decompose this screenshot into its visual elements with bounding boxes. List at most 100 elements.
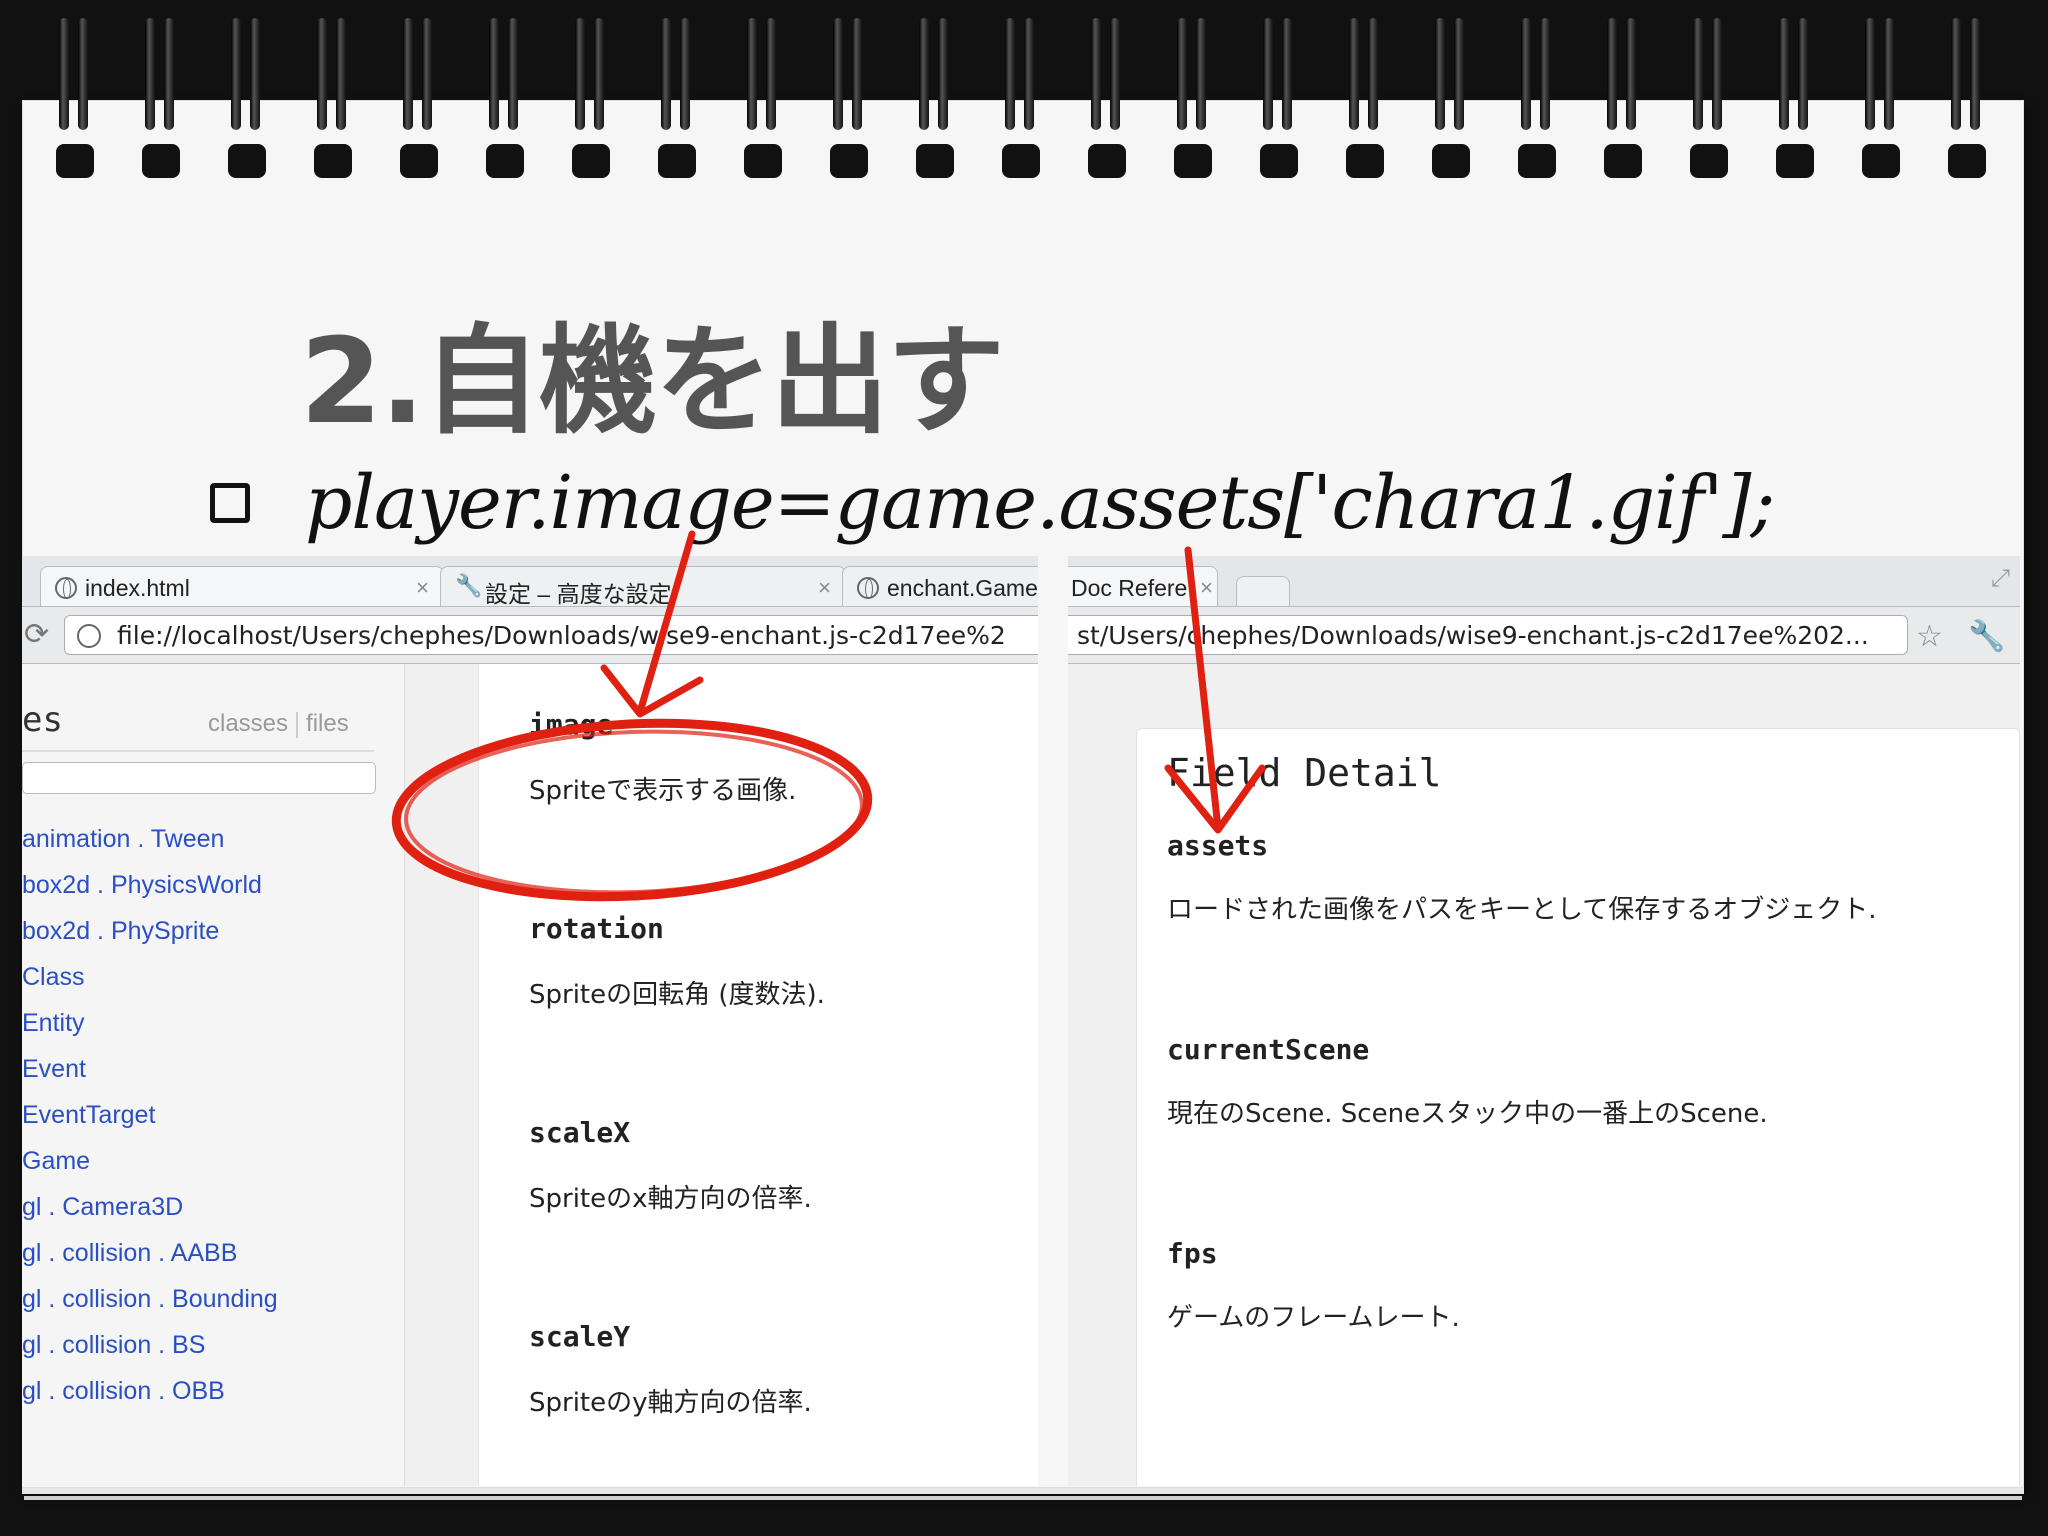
ring [1346,18,1384,178]
class-list: animation . Tween box2d . PhysicsWorld b… [22,816,278,1414]
bookmark-star-icon[interactable]: ☆ [1916,619,1943,654]
page-edge-shadow [24,1496,2022,1500]
field-name: scaleY [529,1320,631,1353]
ring [1862,18,1900,178]
ring [1518,18,1556,178]
field-description: 現在のScene. Sceneスタック中の一番上のScene. [1167,1099,1768,1129]
ring [1776,18,1814,178]
browser-window-left: index.html × 🔧 設定 – 高度な設定 × enchant.Game… [22,556,1038,1486]
url-bar: ⟳ file://localhost/Users/chephes/Downloa… [22,607,1038,664]
ring [1174,18,1212,178]
field-description: Spriteの回転角 (度数法). [529,980,825,1010]
ring [658,18,696,178]
tab-enchant-game[interactable]: enchant.Game [842,566,1038,606]
tab-settings[interactable]: 🔧 設定 – 高度な設定 × [440,566,846,606]
globe-icon [55,577,77,599]
tab-doc-reference[interactable]: Doc Refere × [1068,566,1218,606]
ring [142,18,180,178]
class-link-item[interactable]: EventTarget [22,1092,278,1138]
class-link-item[interactable]: gl . collision . AABB [22,1230,278,1276]
ring [1002,18,1040,178]
ring [400,18,438,178]
wrench-menu-icon[interactable]: 🔧 [1968,619,2005,654]
ring [1604,18,1642,178]
ring [56,18,94,178]
expand-icon[interactable]: ⤢ [1991,564,2010,592]
close-tab-icon[interactable]: × [416,575,429,601]
sidebar-search-input[interactable] [22,762,376,794]
address-text: st/Users/chephes/Downloads/wise9-enchant… [1077,621,1869,650]
ring [228,18,266,178]
browser-window-right: Doc Refere × ⤢ st/Users/chephes/Download… [1068,556,2020,1486]
tab-label: Doc Refere [1071,575,1188,601]
browser-screenshot: index.html × 🔧 設定 – 高度な設定 × enchant.Game… [22,556,2020,1486]
field-description: Spriteのx軸方向の倍率. [529,1184,812,1214]
sidebar-heading: es [22,700,63,740]
address-field[interactable]: file://localhost/Users/chephes/Downloads… [64,615,1038,655]
class-link-item[interactable]: Game [22,1138,278,1184]
field-description: ロードされた画像をパスをキーとして保存するオブジェクト. [1167,895,1877,925]
ring [572,18,610,178]
wrench-icon: 🔧 [455,573,483,598]
field-description: ゲームのフレームレート. [1167,1303,1460,1333]
ring [1432,18,1470,178]
bullet-checkbox-icon [210,483,250,523]
tab-label: index.html [85,575,190,601]
ring [1690,18,1728,178]
field-description: Spriteで表示する画像. [529,776,797,806]
sidebar-links: classes files [208,710,349,738]
class-link-item[interactable]: Entity [22,1000,278,1046]
close-tab-icon[interactable]: × [818,575,831,601]
class-link-item[interactable]: box2d . PhySprite [22,908,278,954]
class-link-item[interactable]: gl . collision . BS [22,1322,278,1368]
globe-icon [77,624,101,648]
globe-icon [857,577,879,599]
field-name: rotation [529,912,664,945]
ring [314,18,352,178]
ring [916,18,954,178]
code-line: player.image=game.assets['chara1.gif']; [305,460,1775,546]
ring [486,18,524,178]
doc-content-right: Field Detail assets ロードされた画像をパスをキーとして保存す… [1068,664,2020,1486]
field-name: fps [1167,1237,1218,1270]
field-detail-panel: Field Detail assets ロードされた画像をパスをキーとして保存す… [1136,728,2020,1486]
tab-label: enchant.Game [887,575,1038,601]
field-name: scaleX [529,1116,631,1149]
field-name: assets [1167,829,1269,862]
address-field[interactable]: st/Users/chephes/Downloads/wise9-enchant… [1068,615,1908,655]
page-edge [22,1488,2024,1494]
doc-sidebar: es classes files animation . Tween box2d … [22,664,405,1486]
class-link-item[interactable]: Event [22,1046,278,1092]
field-description: Spriteのy軸方向の倍率. [529,1388,812,1418]
ring [1260,18,1298,178]
class-link-item[interactable]: animation . Tween [22,816,278,862]
class-link-item[interactable]: gl . Camera3D [22,1184,278,1230]
ring [1948,18,1986,178]
field-detail-title: Field Detail [1167,751,1442,795]
field-name: image [529,708,614,741]
class-link-item[interactable]: gl . collision . Bounding [22,1276,278,1322]
doc-content-left: es classes files animation . Tween box2d … [22,664,1038,1486]
tab-bar: Doc Refere × ⤢ [1068,556,2020,607]
class-link-item[interactable]: Class [22,954,278,1000]
divider [22,750,374,752]
class-link-item[interactable]: gl . collision . OBB [22,1368,278,1414]
ring [830,18,868,178]
screenshot-separator [1038,556,1068,1486]
new-tab-button[interactable] [1236,576,1290,606]
divider [296,711,299,738]
address-text: file://localhost/Users/chephes/Downloads… [117,621,1006,650]
tab-bar: index.html × 🔧 設定 – 高度な設定 × enchant.Game [22,556,1038,607]
sprite-field-panel: image Spriteで表示する画像. rotation Spriteの回転角… [478,664,1038,1486]
ring [1088,18,1126,178]
close-tab-icon[interactable]: × [1200,575,1213,601]
tab-index-html[interactable]: index.html × [40,566,444,606]
ring [744,18,782,178]
reload-icon[interactable]: ⟳ [24,617,49,652]
tab-label: 設定 – 高度な設定 [485,581,672,606]
class-link-item[interactable]: box2d . PhysicsWorld [22,862,278,908]
files-link[interactable]: files [306,710,349,737]
field-name: currentScene [1167,1033,1370,1066]
classes-link[interactable]: classes [208,710,288,737]
spiral-binding [0,0,2048,190]
